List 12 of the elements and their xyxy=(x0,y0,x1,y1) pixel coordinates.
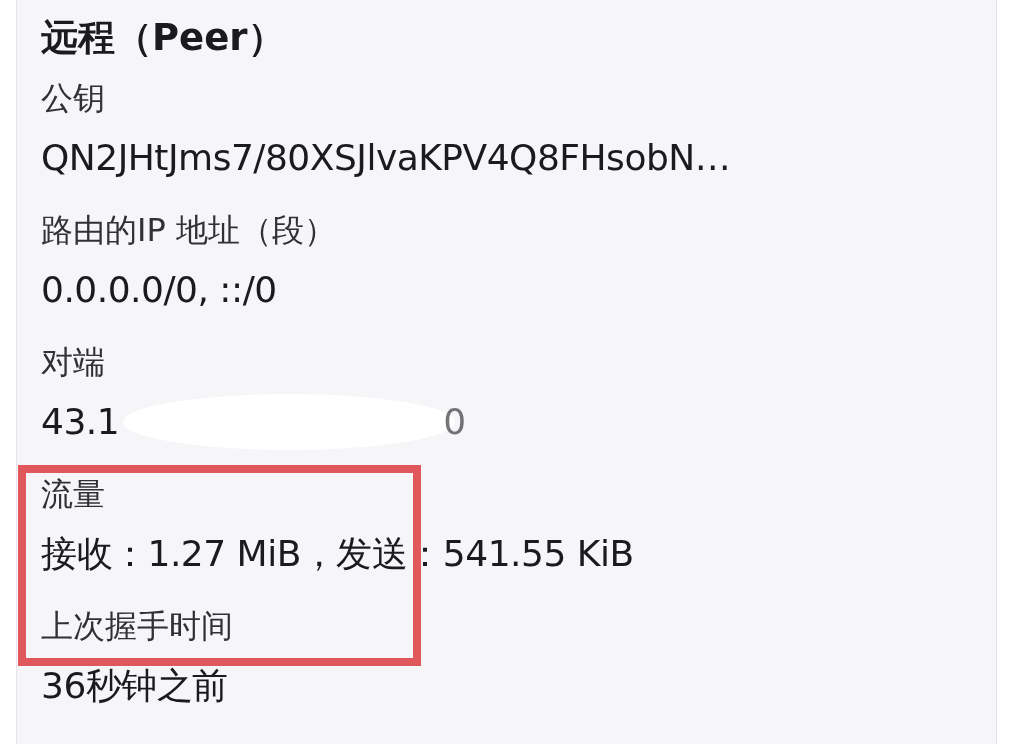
field-label: 公钥 xyxy=(41,78,105,118)
field-value: 43.1 xyxy=(41,400,120,444)
field-label: 流量 xyxy=(41,474,105,514)
field-value: 36秒钟之前 xyxy=(41,664,228,708)
section-title: 远程（Peer） xyxy=(41,15,286,61)
field-value: 0 xyxy=(443,400,467,444)
field-label: 路由的IP 地址（段） xyxy=(41,210,336,250)
field-label: 上次握手时间 xyxy=(41,606,233,646)
field-label: 对端 xyxy=(41,342,105,382)
field-value: 0.0.0.0/0, ::/0 xyxy=(41,268,277,312)
field-value: QN2JHtJms7/80XSJlvaKPV4Q8FHsobN… xyxy=(41,136,731,180)
field-value: 接收：1.27 MiB，发送：541.55 KiB xyxy=(41,532,634,576)
